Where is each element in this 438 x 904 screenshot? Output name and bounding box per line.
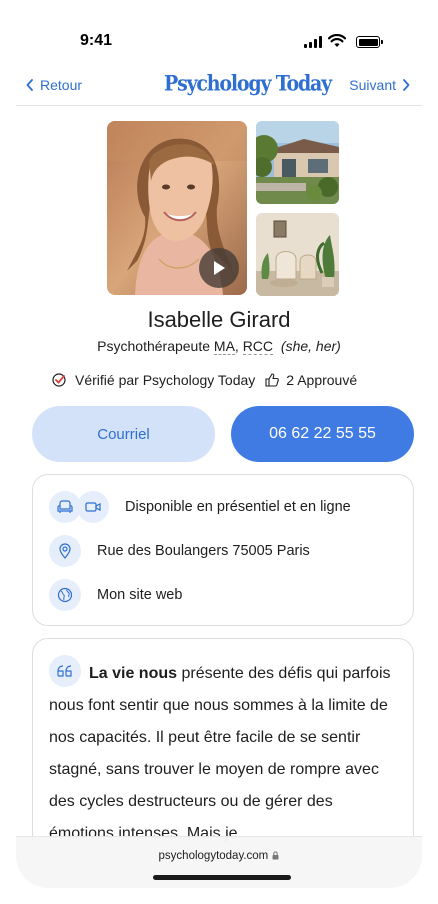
address-row: Rue des Boulangers 75005 Paris	[49, 535, 401, 567]
credential-ma[interactable]: MA	[213, 338, 235, 355]
verification-row: Vérifié par Psychology Today 2 Approuvé	[52, 372, 357, 388]
verified-label: Vérifié par Psychology Today	[75, 372, 256, 388]
lock-icon	[272, 851, 279, 860]
email-button[interactable]: Courriel	[32, 406, 215, 462]
about-lead: La vie nous	[89, 665, 178, 682]
verified-check-icon	[52, 373, 66, 387]
location-pin-icon	[49, 535, 81, 567]
signal-icon	[304, 36, 322, 48]
availability-row: Disponible en présentiel et en ligne	[49, 491, 401, 523]
home-indicator[interactable]	[153, 875, 291, 880]
play-icon	[214, 261, 225, 275]
wifi-icon	[328, 34, 346, 47]
availability-label: Disponible en présentiel et en ligne	[125, 499, 351, 515]
profession-title: Psychothérapeute	[97, 338, 211, 354]
url-text: psychologytoday.com	[158, 850, 269, 862]
contact-info-card: Disponible en présentiel et en ligne Rue…	[32, 474, 414, 626]
chevron-left-icon	[26, 79, 33, 91]
battery-icon	[356, 36, 383, 48]
office-exterior-photo[interactable]	[256, 121, 339, 204]
status-bar: 9:41	[16, 30, 422, 54]
globe-icon	[49, 579, 81, 611]
call-button[interactable]: 06 62 22 55 55	[231, 406, 414, 462]
pronouns: (she, her)	[280, 338, 341, 354]
status-time: 9:41	[80, 32, 113, 49]
site-logo[interactable]: Psychology Today	[164, 72, 332, 97]
about-text: La vie nous présente des défis qui parfo…	[49, 658, 397, 850]
browser-bar: psychologytoday.com	[16, 836, 422, 888]
phone-screen: 9:41 Retour Psychology Today Suivant Isa…	[16, 0, 422, 888]
endorsements-count[interactable]: 2 Approuvé	[286, 372, 357, 388]
office-interior-photo[interactable]	[256, 213, 339, 296]
therapist-name: Isabelle Girard	[147, 307, 291, 332]
website-label[interactable]: Mon site web	[97, 587, 182, 603]
credential-separator: ,	[234, 338, 239, 354]
back-button[interactable]: Retour	[26, 77, 82, 93]
back-label: Retour	[40, 77, 83, 93]
chevron-right-icon	[403, 79, 410, 91]
address-label[interactable]: Rue des Boulangers 75005 Paris	[97, 543, 310, 559]
next-label: Suivant	[349, 77, 396, 93]
next-button[interactable]: Suivant	[349, 77, 410, 93]
play-video-button[interactable]	[199, 248, 239, 288]
video-camera-icon	[77, 491, 109, 523]
url-field[interactable]: psychologytoday.com	[16, 850, 422, 862]
about-body: présente des défis qui parfois nous font…	[49, 665, 391, 842]
top-nav: Retour Psychology Today Suivant	[16, 70, 422, 106]
thumbs-up-icon	[265, 373, 280, 387]
credential-rcc[interactable]: RCC	[242, 338, 274, 355]
website-row[interactable]: Mon site web	[49, 579, 401, 611]
credentials-line: Psychothérapeute MA, RCC (she, her)	[16, 338, 422, 355]
